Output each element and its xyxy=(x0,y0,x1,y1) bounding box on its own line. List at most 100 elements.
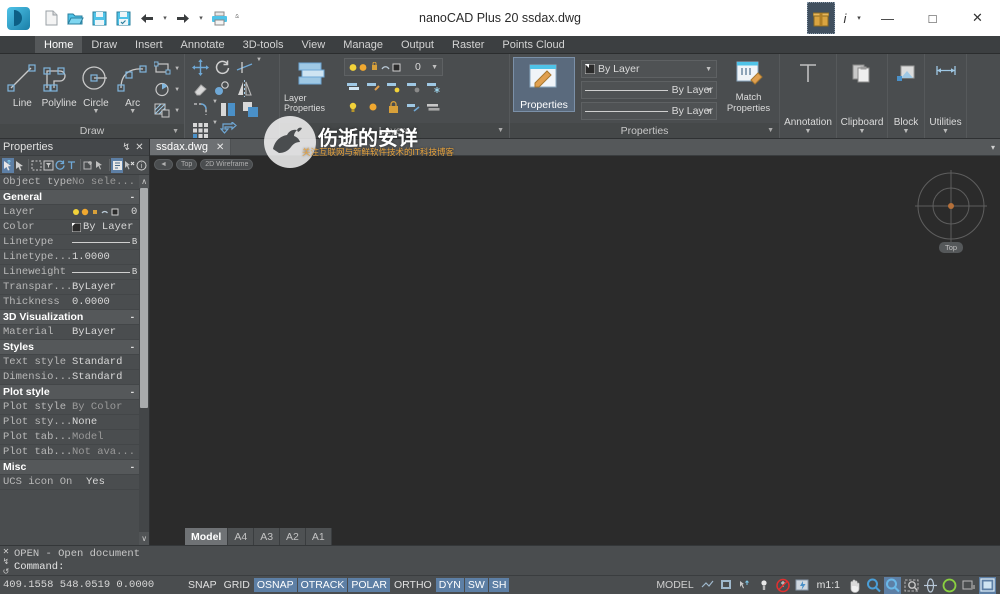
app-logo[interactable] xyxy=(0,0,36,36)
lineweight-combo-chevron-down-icon[interactable]: ▼ xyxy=(705,108,712,115)
filter-icon[interactable] xyxy=(42,158,54,173)
pick-subtract-icon[interactable] xyxy=(95,158,107,173)
fullscreen-icon[interactable] xyxy=(979,576,996,594)
color-combo-chevron-down-icon[interactable]: ▼ xyxy=(705,66,712,73)
viewport-menu-icon[interactable]: ◄ xyxy=(154,159,173,170)
layer-merge-icon[interactable] xyxy=(424,100,443,116)
fillet-icon[interactable] xyxy=(189,99,211,120)
quick-select-icon[interactable] xyxy=(31,158,43,173)
layer-lock-icon[interactable] xyxy=(384,100,403,116)
command-line-pin-icon[interactable]: ↯ xyxy=(3,557,10,566)
layout-tab-a2[interactable]: A2 xyxy=(280,528,306,545)
offset-icon[interactable] xyxy=(218,99,240,120)
layer-previous-icon[interactable] xyxy=(404,100,423,116)
free-orbit-icon[interactable] xyxy=(941,577,958,594)
category-collapse-icon[interactable]: - xyxy=(125,341,139,353)
trim-icon[interactable] xyxy=(233,57,255,78)
save-document-button[interactable] xyxy=(88,5,110,31)
document-tabs-overflow-chevron-down-icon[interactable]: ▾ xyxy=(991,139,995,155)
properties-scrollbar[interactable]: ∧ ∨ xyxy=(139,175,149,545)
pie-dropdown-chevron-down-icon[interactable]: ▼ xyxy=(174,87,180,93)
save-as-document-button[interactable] xyxy=(112,5,134,31)
trim-dropdown-chevron-down-icon[interactable]: ▼ xyxy=(256,57,262,78)
tab-manage[interactable]: Manage xyxy=(334,36,392,53)
panel-properties-expand-chevron-down-icon[interactable]: ▼ xyxy=(767,127,774,134)
erase-icon[interactable] xyxy=(189,78,211,99)
layout-tab-a1[interactable]: A1 xyxy=(305,528,332,545)
toggle-polar[interactable]: POLAR xyxy=(348,578,390,592)
property-row-linetype-scale[interactable]: Linetype... 1.0000 xyxy=(0,250,140,265)
arc-dropdown-chevron-down-icon[interactable]: ▼ xyxy=(129,108,136,115)
property-row-plot-style[interactable]: Plot style By Color xyxy=(0,400,140,415)
command-line-close-icon[interactable]: ✕ xyxy=(3,547,10,556)
cycle-icon[interactable] xyxy=(54,158,66,173)
property-row-thickness[interactable]: Thickness 0.0000 xyxy=(0,295,140,310)
scroll-down-button[interactable]: ∨ xyxy=(139,532,149,545)
scrollbar-thumb[interactable] xyxy=(140,188,148,408)
toggle-osnap[interactable]: OSNAP xyxy=(253,578,297,592)
property-row-linetype[interactable]: Linetype B xyxy=(0,235,140,250)
layer-combo[interactable]: 0 ▼ xyxy=(344,58,443,76)
linetype-combo[interactable]: By Layer ▼ xyxy=(581,81,717,99)
layout-tab-a4[interactable]: A4 xyxy=(228,528,255,545)
tab-output[interactable]: Output xyxy=(392,36,443,53)
layer-combo-chevron-down-icon[interactable]: ▼ xyxy=(431,64,438,71)
properties-toggle-icon[interactable] xyxy=(111,157,124,173)
tab-view[interactable]: View xyxy=(293,36,335,53)
annotation-blocked-icon[interactable] xyxy=(775,577,792,594)
clean-screen-icon[interactable] xyxy=(960,577,977,594)
tab-3d-tools[interactable]: 3D-tools xyxy=(234,36,293,53)
layout-tab-a3[interactable]: A3 xyxy=(254,528,281,545)
panel-block-chevron-down-icon[interactable]: ▼ xyxy=(903,128,910,135)
toggle-grid[interactable]: GRID xyxy=(221,578,253,592)
close-button[interactable]: ✕ xyxy=(955,0,1000,36)
tab-home[interactable]: Home xyxy=(35,36,83,53)
tab-annotate[interactable]: Annotate xyxy=(172,36,234,53)
panel-annotation[interactable]: Annotation ▼ xyxy=(780,54,837,138)
redo-dropdown-chevron-down-icon[interactable]: ▾ xyxy=(196,14,206,22)
toggle-sh[interactable]: SH xyxy=(488,578,510,592)
layer-off-icon[interactable] xyxy=(404,80,423,96)
tab-insert[interactable]: Insert xyxy=(126,36,172,53)
property-row-plot-style-table[interactable]: Plot sty... None xyxy=(0,415,140,430)
copy-icon[interactable] xyxy=(211,78,233,99)
pickadd-icon[interactable] xyxy=(83,158,95,173)
property-category-plot-style[interactable]: Plot style - xyxy=(0,385,140,400)
panel-annotation-chevron-down-icon[interactable]: ▼ xyxy=(805,128,812,135)
stretch-icon[interactable] xyxy=(218,120,240,141)
zoom-extents-icon[interactable] xyxy=(903,577,920,594)
layer-lightbulb-icon[interactable] xyxy=(344,100,363,116)
gift-icon[interactable] xyxy=(807,2,835,34)
property-row-color[interactable]: Color By Layer xyxy=(0,220,140,235)
undo-dropdown-chevron-down-icon[interactable]: ▾ xyxy=(160,14,170,22)
annotation-visibility-icon[interactable] xyxy=(737,577,754,594)
paper-space-icon[interactable] xyxy=(718,577,735,594)
panel-draw-expand-chevron-down-icon[interactable]: ▼ xyxy=(172,128,179,135)
hatch-dropdown-chevron-down-icon[interactable]: ▼ xyxy=(174,108,180,114)
line-button[interactable]: Line xyxy=(4,57,41,109)
scrollbar-track[interactable] xyxy=(139,188,149,532)
customize-toolbar-overflow-icon[interactable]: ⩯ xyxy=(232,14,242,22)
help-icon[interactable]: i xyxy=(135,158,147,173)
panel-clipboard[interactable]: Clipboard ▼ xyxy=(837,54,888,138)
print-button[interactable] xyxy=(208,5,230,31)
array-icon[interactable] xyxy=(189,120,211,141)
layer-manager-icon[interactable] xyxy=(344,80,363,96)
navigation-view-cube[interactable]: Top xyxy=(912,164,990,254)
document-tab-ssdax[interactable]: ssdax.dwg ✕ xyxy=(150,139,232,155)
clear-selection-icon[interactable] xyxy=(123,158,135,173)
color-combo[interactable]: By Layer ▼ xyxy=(581,60,717,78)
zoom-magnifier-icon[interactable] xyxy=(865,577,882,594)
viewport-view-label[interactable]: Top xyxy=(175,159,198,170)
document-tab-close-icon[interactable]: ✕ xyxy=(216,142,224,153)
model-space-label[interactable]: MODEL xyxy=(656,579,693,591)
scale-icon[interactable] xyxy=(240,99,262,120)
category-collapse-icon[interactable]: - xyxy=(125,191,139,203)
property-row-material[interactable]: Material ByLayer xyxy=(0,325,140,340)
panel-utilities[interactable]: Utilities ▼ xyxy=(925,54,967,138)
category-collapse-icon[interactable]: - xyxy=(125,311,139,323)
redo-button[interactable] xyxy=(172,5,194,31)
toggle-dyn[interactable]: DYN xyxy=(435,578,464,592)
property-row-plot-table-attached[interactable]: Plot tab... Model xyxy=(0,430,140,445)
layer-sun-icon[interactable] xyxy=(364,100,383,116)
